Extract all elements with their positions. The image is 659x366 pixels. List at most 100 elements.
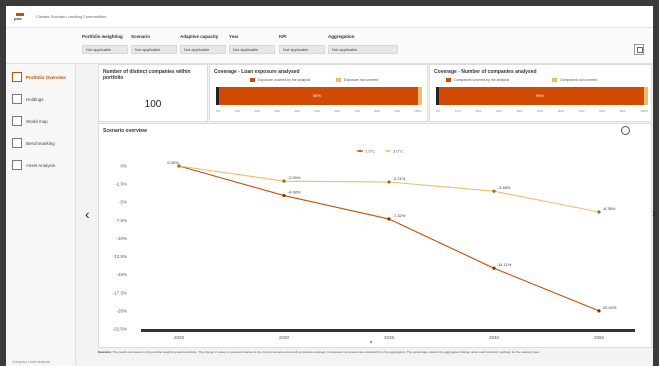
filter-kpi: KPI Not applicable [279,34,325,54]
x-tick-label: 2040 [489,335,500,340]
y-tick-label: 0% [120,164,127,169]
y-tick-label: -10% [116,236,127,241]
sidebar-footer-text: Company Level Analysis [12,360,51,364]
loan-coverage-bar: 95% [216,87,422,105]
company-coverage-scale: 0% 10% 20% 30% 40% 50% 60% 70% 80% 90% 100% [436,109,648,113]
filter-aggregation: Aggregation Not applicable [328,34,398,54]
overview-icon [12,72,22,82]
sidebar-item-asset-analysis[interactable]: Asset Analysis [12,158,72,172]
data-point [282,179,286,183]
data-label: -6.35% [603,206,616,211]
year-select[interactable]: Not applicable [229,45,275,54]
company-coverage-fill: 99% [436,87,644,105]
sidebar-item-label: Asset Analysis [26,162,56,168]
info-icon[interactable] [621,126,630,135]
footnote: Scenario: The results are based on the p… [98,350,652,364]
pwc-logo: pwc [14,13,28,21]
aggregation-select[interactable]: Not applicable [328,45,398,54]
filter-label: Adaptive capacity [180,34,219,39]
legend-covered: Exposure covered by the analysis [250,78,310,82]
y-tick-label: -7.5% [115,218,127,223]
distinct-companies-card: Number of distinct companies within port… [98,64,208,122]
card-title: Coverage - Loan exposure analysed [214,69,300,75]
scenario-line-chart: 0% -2.5% -5% -7.5% -10% -12.5% -15% -17.5% -20% -… [113,149,635,344]
holdings-icon [12,94,22,104]
sidebar-item-label: World map [26,118,48,124]
legend-label: 1.5°C [365,149,375,154]
adaptive-capacity-select[interactable]: Not applicable [180,45,226,54]
y-tick-label: -12.5% [113,254,127,259]
data-point [492,189,496,193]
data-label: -2.21% [393,176,406,181]
sidebar-item-holdings[interactable]: Holdings [12,92,72,106]
distinct-companies-value: 100 [144,99,162,110]
filter-scenario: Scenario Not applicable [131,34,177,54]
y-tick-label: -22.5% [113,327,127,332]
previous-page-arrow[interactable]: ‹ [85,206,90,222]
data-label: -3.48% [498,185,511,190]
data-point [387,217,391,221]
portfolio-weighting-select[interactable]: Not applicable [82,45,128,54]
legend-marker [386,149,390,153]
y-tick-label: -2.5% [115,182,127,187]
series-line [178,165,600,312]
axis-dot [369,340,373,344]
data-label: -4.08% [288,190,301,195]
series-line [178,165,600,213]
world-map-icon [12,116,22,126]
sidebar: Portfolio Overview Holdings World map Be… [6,64,76,366]
filter-label: Scenario [131,34,151,39]
scenario-select[interactable]: Not applicable [131,45,177,54]
data-point [177,164,181,168]
data-point [597,309,601,313]
kpi-select[interactable]: Not applicable [279,45,325,54]
loan-coverage-pct: 95% [312,93,321,98]
loan-coverage-card: Coverage - Loan exposure analysed Exposu… [209,64,428,122]
legend-not-covered: Exposure not covered [336,78,378,82]
filter-bar: Portfolio weighting Not applicable Scena… [6,28,653,64]
sidebar-item-world-map[interactable]: World map [12,114,72,128]
footnote-text: The results are based on the portfolio w… [112,350,540,354]
y-tick-label: -15% [116,272,127,277]
sidebar-item-label: Benchmarking [26,140,55,146]
x-tick-label: 2035 [384,335,395,340]
filter-label: Portfolio weighting [82,34,123,39]
data-label: -20.00% [602,305,617,310]
y-tick-label: -17.5% [113,290,127,295]
loan-coverage-scale: 0% 10% 20% 30% 40% 50% 60% 70% 80% 90% 100% [216,109,422,113]
chart-title: Scenario overview [103,128,147,134]
data-point [597,210,601,214]
scenario-overview-card: Scenario overview 0% -2.5% -5% -7.5% -10% -12… [98,123,652,348]
x-tick-label: 2050 [594,335,605,340]
x-tick-label: 2025 [174,335,185,340]
card-title: Number of distinct companies within port… [103,69,191,81]
data-point [492,266,496,270]
card-title: Coverage - Number of companies analysed [434,69,537,75]
data-label: -14.11% [497,262,512,267]
asset-analysis-icon [12,160,22,170]
sidebar-item-label: Portfolio Overview [26,74,66,80]
footnote-heading: Scenario: [98,350,112,354]
data-label: 0.00% [167,160,179,165]
data-label: -2.09% [288,175,301,180]
top-bar: pwc Climate Scenario Lending Commodities [6,6,653,28]
legend-marker [358,149,362,153]
x-tick-label: 2030 [279,335,290,340]
filter-adaptive-capacity: Adaptive capacity Not applicable [180,34,226,54]
legend-not-covered: Companies not covered [552,78,597,82]
benchmarking-icon [12,138,22,148]
company-coverage-card: Coverage - Number of companies analysed … [429,64,652,122]
y-tick-label: -20% [116,308,127,313]
legend-label: 3.0°C [393,149,403,154]
company-coverage-bar: 99% [436,87,648,105]
filter-label: Aggregation [328,34,355,39]
sidebar-item-portfolio-overview[interactable]: Portfolio Overview [12,70,72,84]
filter-label: Year [229,34,239,39]
sidebar-item-benchmarking[interactable]: Benchmarking [12,136,72,150]
filter-label: KPI [279,34,287,39]
app-title: Climate Scenario Lending Commodities [36,14,107,19]
app-window: pwc Climate Scenario Lending Commodities… [6,6,656,366]
export-icon[interactable] [634,44,644,55]
company-coverage-pct: 99% [535,93,544,98]
next-page-arrow[interactable]: › [652,206,656,220]
